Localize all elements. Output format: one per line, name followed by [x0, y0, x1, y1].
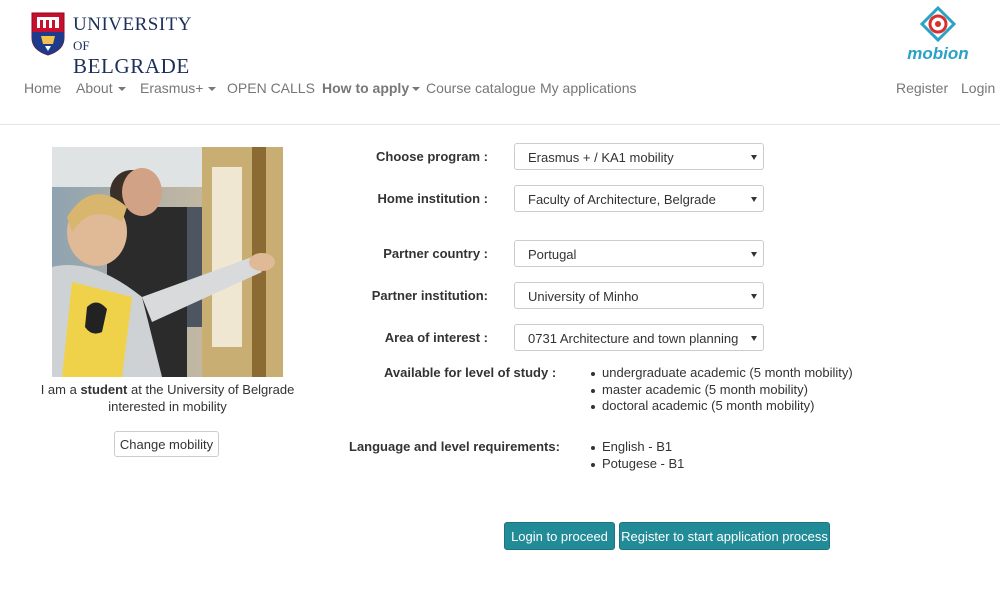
mobion-logo[interactable]: mobion [900, 6, 974, 64]
home-institution-select[interactable]: Faculty of Architecture, Belgrade [514, 185, 764, 212]
partner-country-label: Partner country : [383, 246, 488, 261]
language-item: Potugese - B1 [589, 456, 684, 473]
home-institution-value: Faculty of Architecture, Belgrade [528, 192, 716, 207]
caption-pre: I am a [40, 382, 81, 397]
partner-institution-select[interactable]: University of Minho [514, 282, 764, 309]
mobion-emblem-icon [919, 6, 957, 43]
site-header: UNIVERSITY OF BELGRADE mobion Home About… [0, 0, 1000, 125]
university-logo[interactable]: UNIVERSITY OF BELGRADE [31, 12, 191, 77]
partner-institution-label: Partner institution: [371, 288, 488, 303]
program-select-value: Erasmus + / KA1 mobility [528, 150, 674, 165]
program-label: Choose program : [376, 149, 488, 164]
logo-line1: UNIVERSITY [73, 14, 192, 35]
area-of-interest-value: 0731 Architecture and town planning [528, 331, 739, 346]
nav-my-applications[interactable]: My applications [540, 80, 637, 96]
logo-line1-small: OF [73, 38, 90, 53]
caret-down-icon [117, 87, 126, 92]
mobion-wordmark: mobion [907, 44, 969, 63]
nav-erasmus[interactable]: Erasmus+ [140, 80, 217, 96]
nav-login[interactable]: Login [961, 80, 995, 96]
main-nav: Home About Erasmus+ OPEN CALLS How to ap… [0, 80, 1000, 100]
study-level-item: doctoral academic (5 month mobility) [589, 398, 853, 415]
logo-line2: BELGRADE [73, 54, 190, 78]
area-of-interest-select[interactable]: 0731 Architecture and town planning [514, 324, 764, 351]
change-mobility-button[interactable]: Change mobility [114, 431, 219, 457]
student-caption: I am a student at the University of Belg… [20, 381, 315, 415]
nav-open-calls[interactable]: OPEN CALLS [227, 80, 315, 96]
dropdown-arrow-icon [751, 336, 757, 341]
study-level-label: Available for level of study : [384, 365, 557, 380]
nav-how-to-apply[interactable]: How to apply [322, 80, 421, 96]
dropdown-arrow-icon [751, 155, 757, 160]
caret-down-icon [208, 87, 217, 92]
partner-country-select[interactable]: Portugal [514, 240, 764, 267]
nav-register[interactable]: Register [896, 80, 948, 96]
nav-course-catalogue[interactable]: Course catalogue [426, 80, 536, 96]
study-level-item: master academic (5 month mobility) [589, 382, 853, 399]
university-wordmark: UNIVERSITY OF BELGRADE [73, 14, 192, 78]
partner-country-value: Portugal [528, 247, 577, 262]
dropdown-arrow-icon [751, 252, 757, 257]
nav-about[interactable]: About [76, 80, 126, 96]
nav-about-label: About [76, 80, 113, 96]
caret-down-icon [412, 87, 421, 92]
caption-role: student [80, 382, 128, 397]
program-select[interactable]: Erasmus + / KA1 mobility [514, 143, 764, 170]
language-item: English - B1 [589, 439, 684, 456]
language-requirements-list: English - B1 Potugese - B1 [589, 439, 684, 472]
nav-home[interactable]: Home [24, 80, 61, 96]
study-level-list: undergraduate academic (5 month mobility… [589, 365, 853, 415]
language-requirements-label: Language and level requirements: [349, 439, 560, 454]
nav-how-to-apply-label: How to apply [322, 80, 410, 96]
register-button[interactable]: Register to start application process [619, 522, 830, 550]
partner-institution-value: University of Minho [528, 289, 639, 304]
dropdown-arrow-icon [751, 294, 757, 299]
home-institution-label: Home institution : [377, 191, 489, 206]
area-of-interest-label: Area of interest : [384, 330, 488, 345]
university-crest-icon [31, 12, 65, 56]
nav-erasmus-label: Erasmus+ [140, 80, 204, 96]
dropdown-arrow-icon [751, 197, 757, 202]
caption-post: at the University of Belgrade interested… [108, 382, 295, 414]
login-to-proceed-button[interactable]: Login to proceed [504, 522, 615, 550]
study-level-item: undergraduate academic (5 month mobility… [589, 365, 853, 382]
